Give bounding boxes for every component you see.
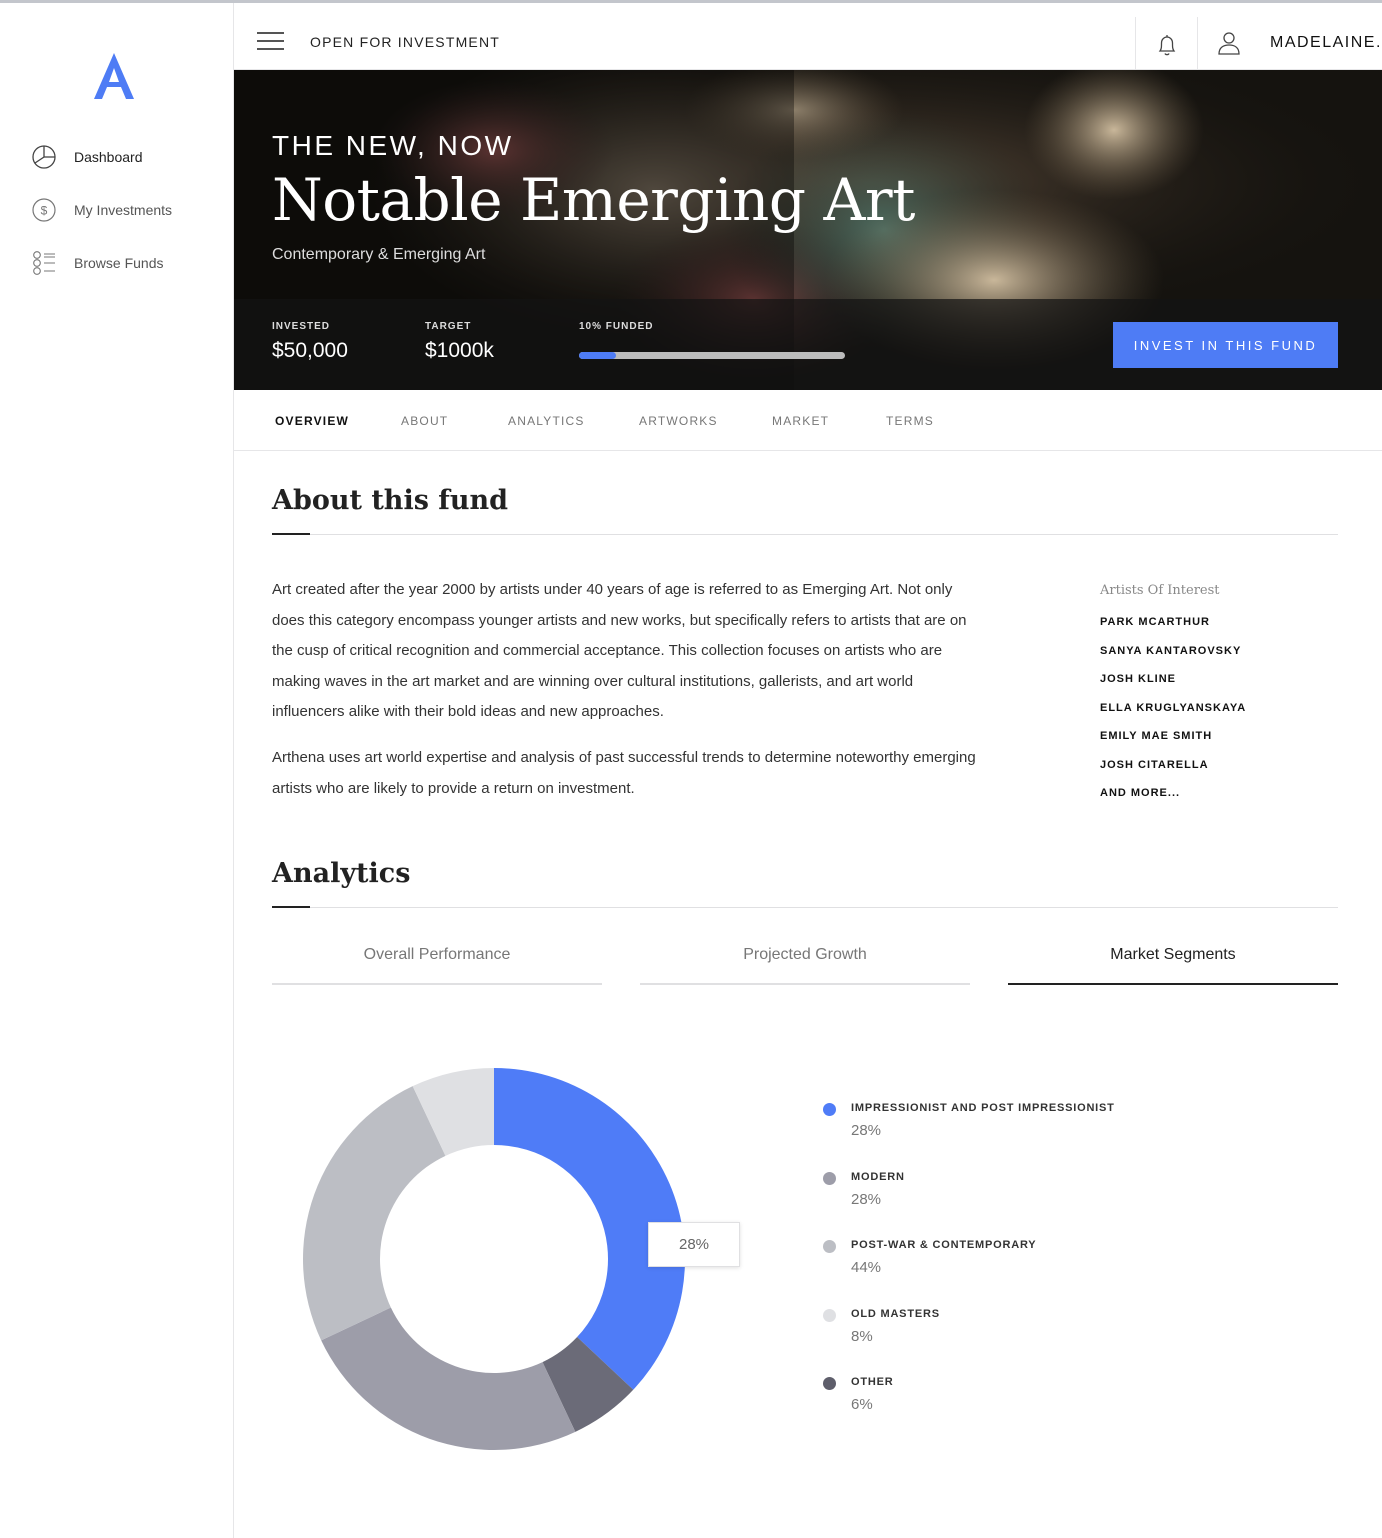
header-divider [1135,17,1136,70]
artist-item[interactable]: EMILY MAE SMITH [1100,730,1212,742]
chart-tooltip: 28% [648,1222,740,1267]
hero-eyebrow: THE NEW, NOW [272,130,514,161]
legend-label: POST-WAR & CONTEMPORARY [851,1239,1037,1251]
market-segments-donut-chart [303,1068,685,1450]
sidebar-item-label: Browse Funds [74,255,164,271]
legend-value: 44% [851,1259,882,1276]
fund-title: Notable Emerging Art [272,166,915,234]
sidebar-item-browse-funds[interactable]: Browse Funds [31,249,163,277]
legend-dot [823,1103,836,1116]
app-logo[interactable] [90,51,138,103]
analytics-section-title: Analytics [272,858,411,889]
legend-dot [823,1308,836,1322]
artist-item[interactable]: PARK MCARTHUR [1100,616,1210,628]
legend-value: 28% [851,1190,882,1208]
about-paragraph: Art created after the year 2000 by artis… [272,581,967,720]
fund-tabs: OVERVIEW ABOUT ANALYTICS ARTWORKS MARKET… [234,390,1382,451]
tab-overview[interactable]: OVERVIEW [275,414,349,428]
target-value: $1000k [425,339,494,362]
funded-label: 10% FUNDED [579,321,654,332]
legend-value: 28% [851,1122,882,1139]
username[interactable]: MADELAINE. [1270,34,1382,52]
sidebar-item-label: Dashboard [74,149,143,165]
invested-value: $50,000 [272,339,348,362]
legend-value: 6% [851,1396,873,1413]
fund-stats-bar: INVESTED $50,000 TARGET $1000k 10% FUNDE… [234,299,1382,390]
artist-item[interactable]: SANYA KANTAROVSKY [1100,645,1241,657]
funding-progress-fill [579,352,617,359]
list-icon [31,250,57,276]
user-icon[interactable] [1214,28,1244,58]
about-section-title: About this fund [272,485,509,516]
tab-analytics[interactable]: ANALYTICS [508,414,585,428]
artist-item[interactable]: JOSH CITARELLA [1100,759,1209,771]
header-divider [1197,17,1198,70]
artist-item[interactable]: JOSH KLINE [1100,673,1176,685]
section-divider-accent [272,533,310,535]
target-label: TARGET [425,321,472,332]
about-paragraph: Arthena uses art world expertise and ana… [272,749,976,797]
tab-about[interactable]: ABOUT [401,414,448,428]
fund-hero: THE NEW, NOW Notable Emerging Art Contem… [234,70,1382,390]
hamburger-menu-icon[interactable] [257,32,284,54]
sidebar-item-dashboard[interactable]: Dashboard [31,143,143,171]
dollar-circle-icon: $ [31,197,57,223]
section-divider [272,907,1338,908]
tab-overall-performance[interactable]: Overall Performance [272,938,602,985]
funding-progress-bar [579,352,845,359]
donut-slice-post-war-contemporary[interactable] [303,1086,446,1341]
tab-market[interactable]: MARKET [772,414,829,428]
donut-slice-modern[interactable] [321,1307,576,1450]
header-title: OPEN FOR INVESTMENT [310,34,501,50]
pie-chart-icon [31,144,57,170]
svg-text:$: $ [41,204,48,218]
tab-artworks[interactable]: ARTWORKS [639,414,718,428]
artist-item[interactable]: ELLA KRUGLYANSKAYA [1100,702,1246,714]
legend-label: IMPRESSIONIST AND POST IMPRESSIONIST [851,1102,1115,1114]
tab-market-segments[interactable]: Market Segments [1008,938,1338,985]
legend-label: MODERN [851,1170,905,1183]
tab-projected-growth[interactable]: Projected Growth [640,938,970,985]
artist-more-link[interactable]: AND MORE... [1100,787,1180,799]
legend-dot [823,1377,836,1390]
top-header: OPEN FOR INVESTMENT MADELAINE. [234,3,1382,70]
section-divider-accent [272,906,310,908]
section-divider [272,534,1338,535]
legend-label: OTHER [851,1376,894,1388]
sidebar-item-my-investments[interactable]: $ My Investments [31,196,172,224]
legend-label: OLD MASTERS [851,1307,940,1320]
invest-button[interactable]: INVEST IN THIS FUND [1113,322,1338,368]
sidebar-item-label: My Investments [74,202,173,218]
legend-dot [823,1171,836,1185]
sidebar: Dashboard $ My Investments Browse Funds [0,3,234,1538]
legend-value: 8% [851,1327,873,1345]
tab-terms[interactable]: TERMS [886,414,934,428]
bell-icon[interactable] [1152,30,1182,60]
fund-subtitle: Contemporary & Emerging Art [272,246,486,263]
invested-label: INVESTED [272,321,331,332]
legend-dot [823,1240,836,1253]
artists-of-interest-title: Artists Of Interest [1100,583,1220,598]
